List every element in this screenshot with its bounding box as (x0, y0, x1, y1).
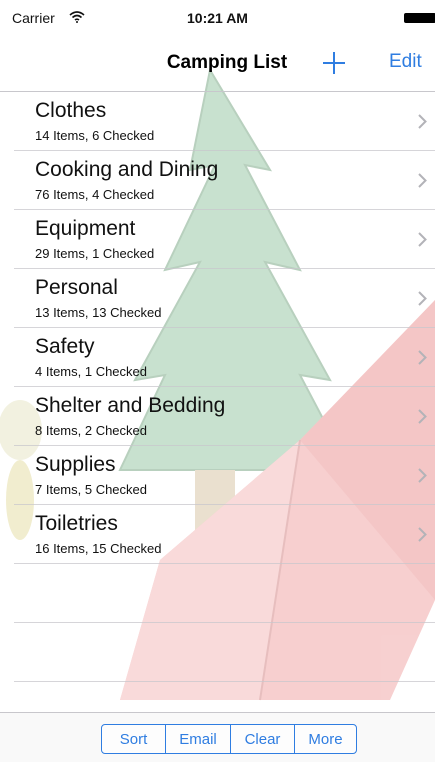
list-item-subtitle: 7 Items, 5 Checked (35, 482, 147, 497)
list-item-subtitle: 16 Items, 15 Checked (35, 541, 162, 556)
clock: 10:21 AM (187, 10, 248, 26)
list-item-subtitle: 14 Items, 6 Checked (35, 128, 155, 143)
list-item[interactable]: Cooking and Dining 76 Items, 4 Checked (14, 151, 435, 210)
chevron-right-icon (418, 114, 427, 129)
category-list: Clothes 14 Items, 6 Checked Cooking and … (0, 92, 435, 682)
chevron-right-icon (418, 291, 427, 306)
list-item-title: Safety (35, 335, 95, 358)
clear-button[interactable]: Clear (231, 725, 295, 753)
list-item-title: Supplies (35, 453, 116, 476)
status-bar: Carrier 10:21 AM (0, 0, 435, 36)
list-item-title: Clothes (35, 99, 107, 122)
bottom-toolbar: Sort Email Clear More (0, 712, 435, 762)
email-button[interactable]: Email (166, 725, 231, 753)
chevron-right-icon (418, 173, 427, 188)
chevron-right-icon (418, 350, 427, 365)
list-item-title: Equipment (35, 217, 136, 240)
list-item-subtitle: 4 Items, 1 Checked (35, 364, 147, 379)
list-item-subtitle: 13 Items, 13 Checked (35, 305, 162, 320)
list-item[interactable]: Toiletries 16 Items, 15 Checked (14, 505, 435, 564)
list-item-title: Toiletries (35, 512, 118, 535)
list-item[interactable]: Clothes 14 Items, 6 Checked (14, 92, 435, 151)
empty-row (14, 564, 435, 623)
list-item-subtitle: 29 Items, 1 Checked (35, 246, 155, 261)
list-item-title: Personal (35, 276, 118, 299)
navigation-bar: Camping List Edit (0, 36, 435, 92)
list-item[interactable]: Equipment 29 Items, 1 Checked (14, 210, 435, 269)
sort-button[interactable]: Sort (102, 725, 166, 753)
page-title: Camping List (166, 52, 288, 73)
list-item-title: Shelter and Bedding (35, 394, 226, 417)
chevron-right-icon (418, 232, 427, 247)
list-item[interactable]: Safety 4 Items, 1 Checked (14, 328, 435, 387)
more-button[interactable]: More (295, 725, 356, 753)
list-item-subtitle: 8 Items, 2 Checked (35, 423, 147, 438)
list-item[interactable]: Supplies 7 Items, 5 Checked (14, 446, 435, 505)
empty-row (14, 623, 435, 682)
list-item-subtitle: 76 Items, 4 Checked (35, 187, 155, 202)
add-button[interactable] (319, 48, 349, 78)
list-item[interactable]: Shelter and Bedding 8 Items, 2 Checked (14, 387, 435, 446)
edit-button[interactable]: Edit (389, 51, 422, 73)
actions-segmented-control: Sort Email Clear More (101, 724, 357, 754)
list-item[interactable]: Personal 13 Items, 13 Checked (14, 269, 435, 328)
chevron-right-icon (418, 409, 427, 424)
battery-icon (404, 13, 435, 23)
chevron-right-icon (418, 468, 427, 483)
list-item-title: Cooking and Dining (35, 158, 219, 181)
chevron-right-icon (418, 527, 427, 542)
